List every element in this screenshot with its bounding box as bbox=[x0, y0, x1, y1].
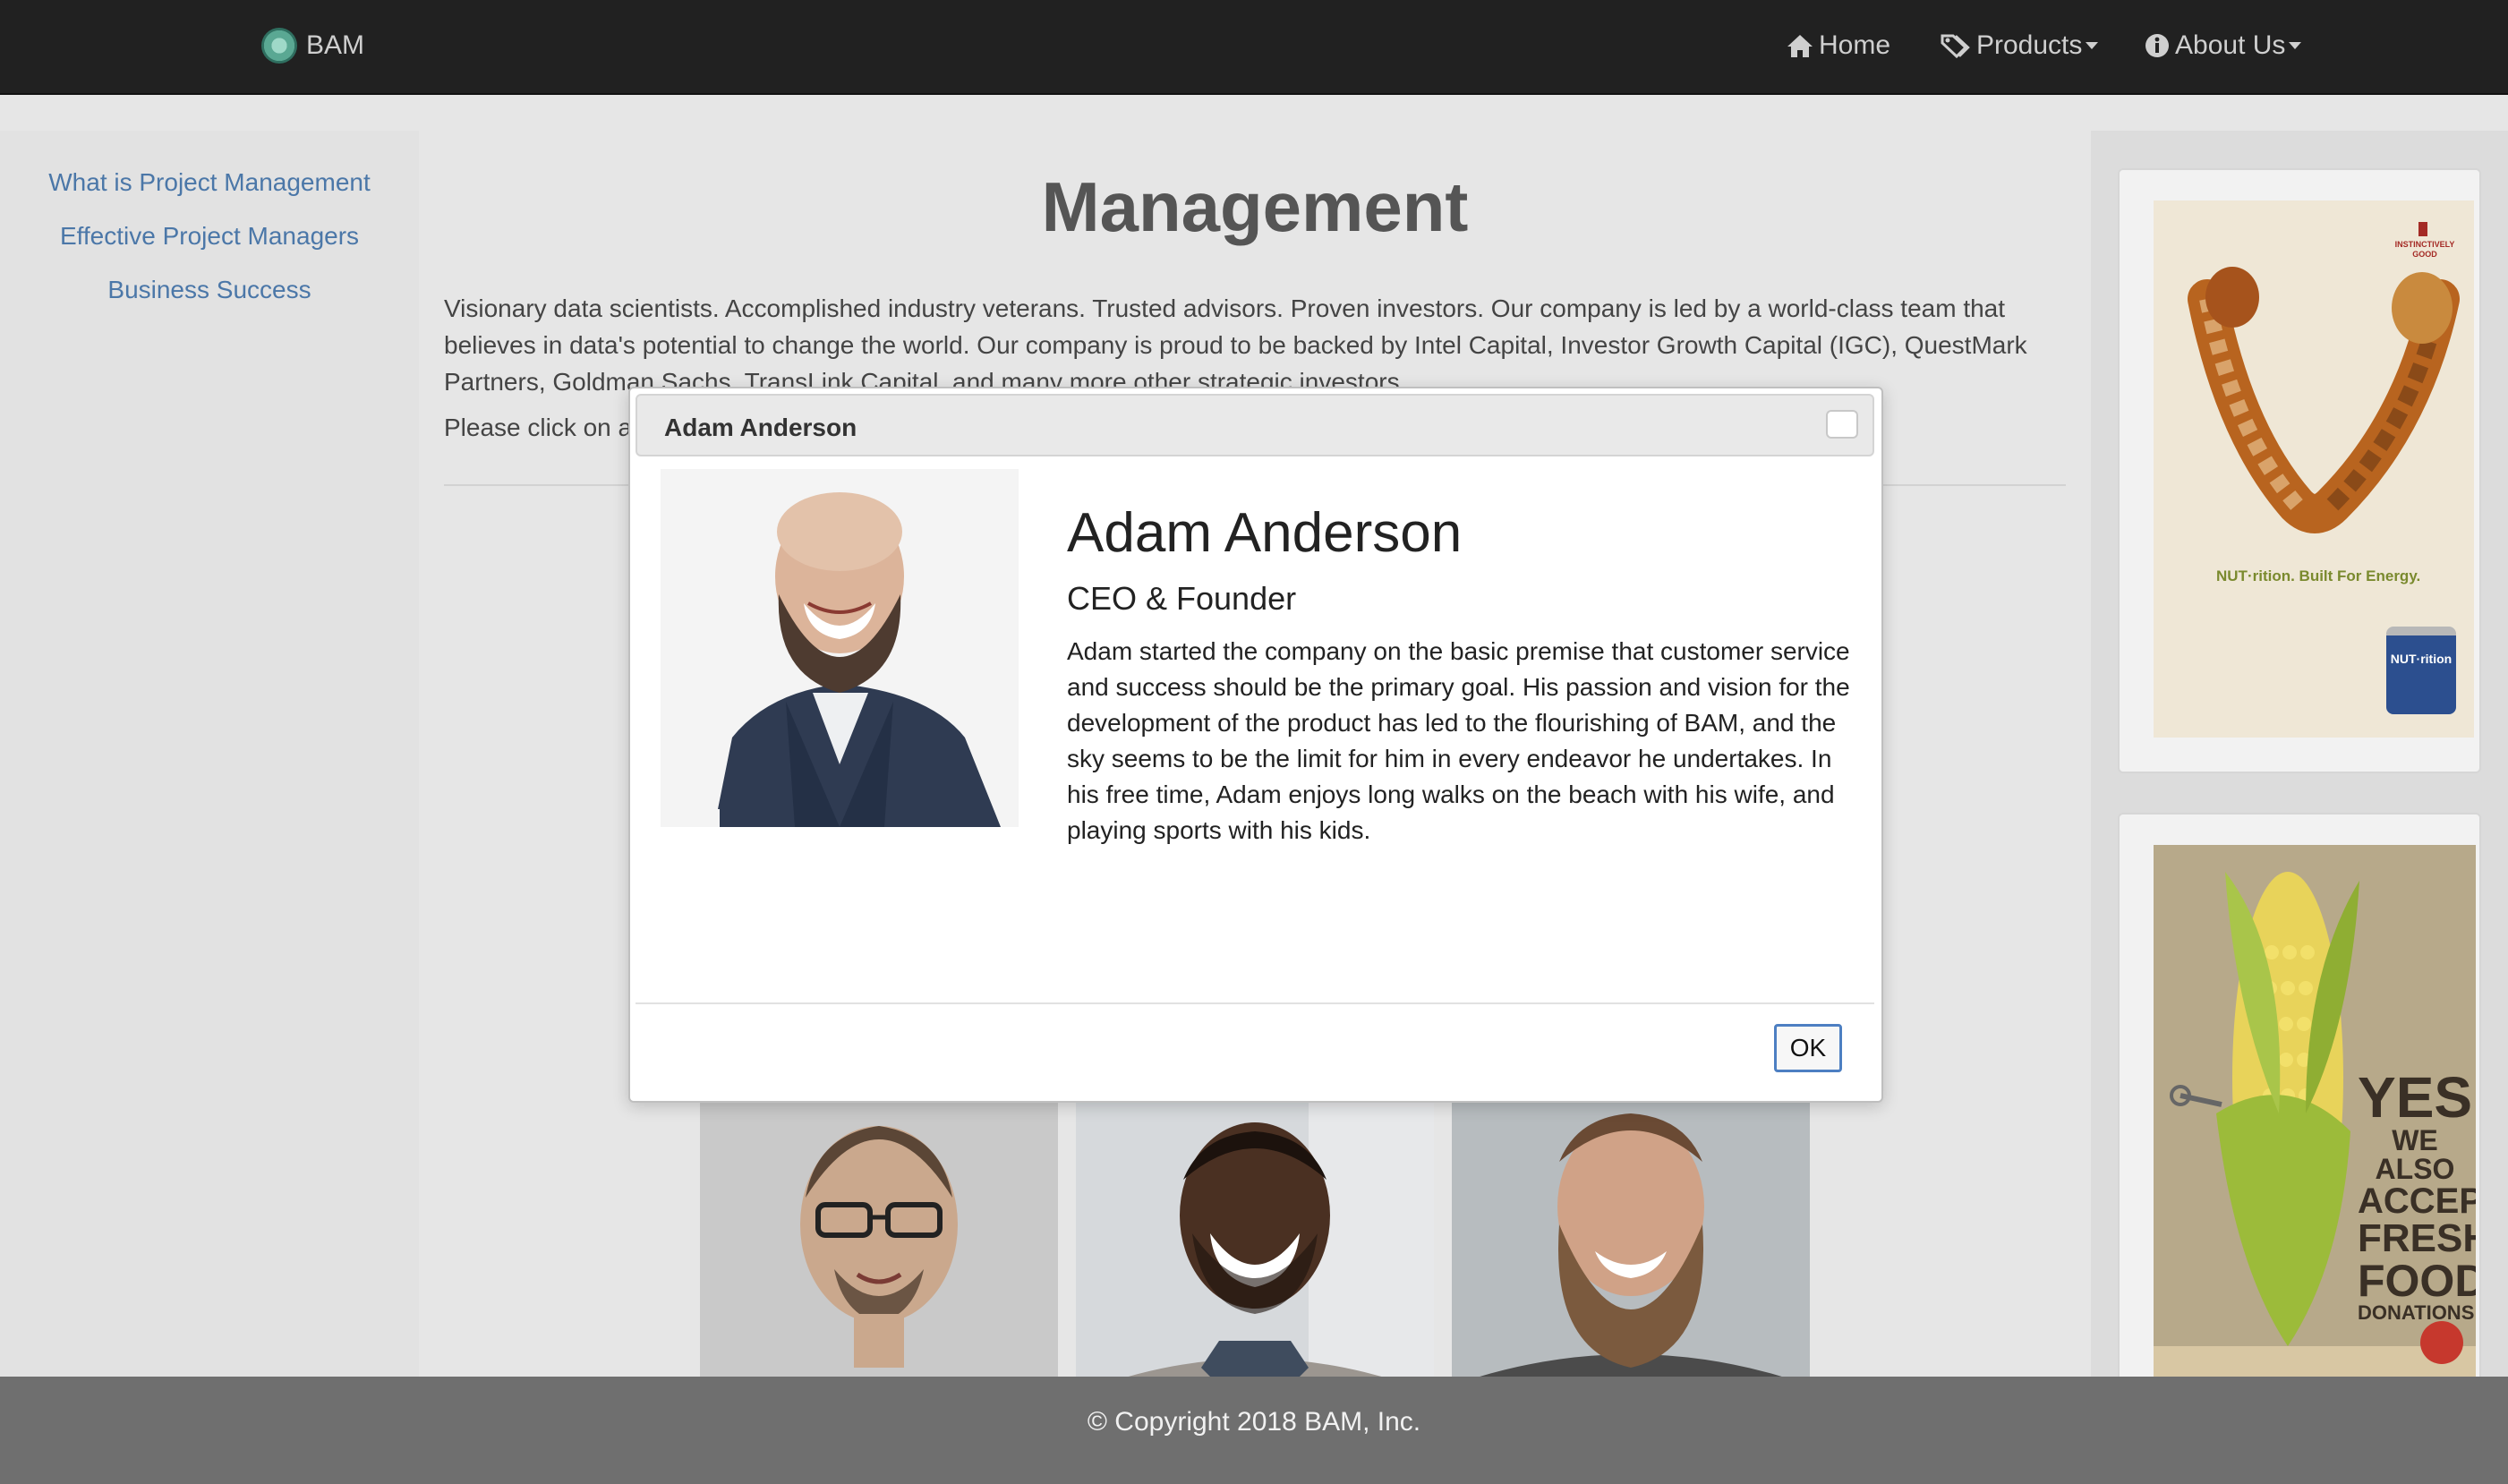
sidebar-link-business-success[interactable]: Business Success bbox=[0, 276, 419, 304]
nav-products-label: Products bbox=[1976, 30, 2083, 60]
ad-corn-headline: YES WE ALSO ACCEPT FRESH FOOD DONATIONS bbox=[2358, 1065, 2476, 1324]
chevron-down-icon bbox=[2086, 42, 2099, 49]
nutrition-ad[interactable]: INSTINCTIVELY GOOD NUT·rition. Built For… bbox=[2154, 200, 2474, 738]
modal-footer-divider bbox=[636, 1002, 1874, 1004]
brand-logo-icon bbox=[261, 28, 297, 64]
instruction-text: Please click on a bbox=[444, 414, 633, 441]
copyright-text: © Copyright 2018 BAM, Inc. bbox=[1087, 1407, 1421, 1437]
ad-corn-line: DONATIONS bbox=[2358, 1301, 2475, 1324]
ad-nut-tagline: NUT·rition. Built For Energy. bbox=[2216, 567, 2421, 584]
intro-paragraph: Visionary data scientists. Accomplished … bbox=[444, 294, 2027, 396]
top-navbar: BAM Home Products About Us bbox=[0, 0, 2508, 95]
ad-nut-can-label: NUT·rition bbox=[2390, 652, 2453, 666]
modal-header: Adam Anderson bbox=[636, 394, 1874, 456]
info-icon bbox=[2145, 34, 2169, 57]
modal-title: Adam Anderson bbox=[664, 414, 857, 441]
nav-about-us[interactable]: About Us bbox=[2145, 27, 2302, 64]
ad-corn-line: WE ALSO bbox=[2375, 1124, 2455, 1185]
home-icon bbox=[1787, 35, 1813, 57]
ad-nut-can: NUT·rition bbox=[2386, 627, 2456, 714]
close-button[interactable] bbox=[1826, 410, 1858, 439]
ad-corn-line: ACCEPT bbox=[2358, 1181, 2476, 1221]
nav-home-label: Home bbox=[1819, 30, 1891, 60]
ad-nut-brand: INSTINCTIVELY GOOD bbox=[2394, 240, 2455, 259]
brand-link[interactable]: BAM bbox=[261, 27, 364, 64]
person-name: Adam Anderson bbox=[1067, 502, 1463, 564]
nav-home[interactable]: Home bbox=[1787, 27, 1890, 64]
sidebar-link-effective-managers[interactable]: Effective Project Managers bbox=[0, 222, 419, 251]
profile-modal: Adam Anderson Adam Anderson CEO & Founde… bbox=[628, 387, 1883, 1103]
nav-products[interactable]: Products bbox=[1941, 27, 2099, 64]
ad-corn-line: YES bbox=[2358, 1065, 2473, 1130]
food-donations-ad[interactable]: YES WE ALSO ACCEPT FRESH FOOD DONATIONS bbox=[2154, 845, 2476, 1377]
page-title: Management bbox=[1041, 167, 1469, 246]
person-role: CEO & Founder bbox=[1067, 580, 1297, 617]
profile-photo bbox=[661, 469, 1019, 827]
left-sidebar: What is Project Management Effective Pro… bbox=[0, 131, 419, 1377]
page-footer: © Copyright 2018 BAM, Inc. bbox=[0, 1377, 2508, 1484]
ad-corn-line: FOOD bbox=[2358, 1256, 2476, 1306]
chevron-down-icon bbox=[2289, 42, 2302, 49]
brand-name: BAM bbox=[306, 30, 365, 60]
profile-portrait bbox=[661, 469, 1019, 827]
nav-about-label: About Us bbox=[2175, 30, 2286, 60]
person-bio: Adam started the company on the basic pr… bbox=[1067, 637, 1850, 844]
ad-corn-line: FRESH bbox=[2358, 1216, 2476, 1260]
tag-icon bbox=[1941, 34, 1970, 58]
sidebar-link-what-is-pm[interactable]: What is Project Management bbox=[0, 168, 419, 197]
ok-button[interactable]: OK bbox=[1774, 1024, 1842, 1072]
